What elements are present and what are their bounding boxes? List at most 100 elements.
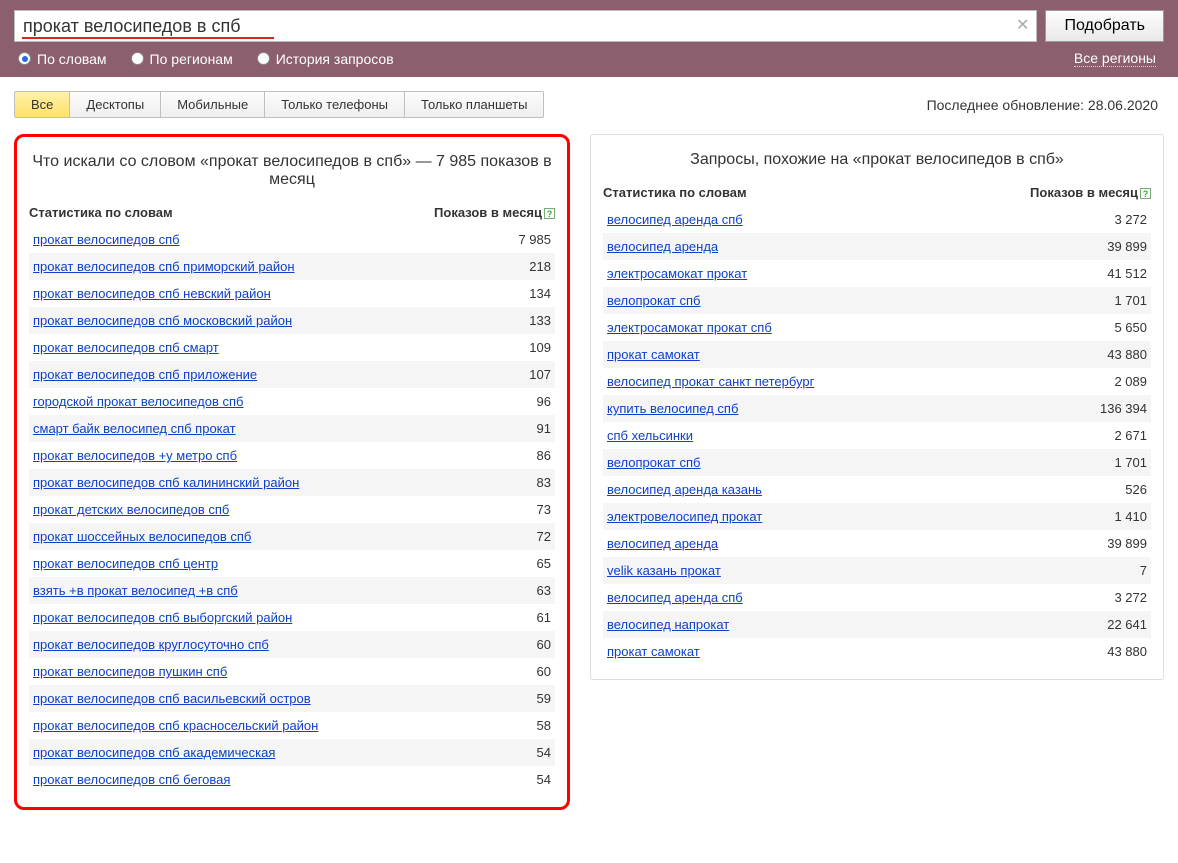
- query-link[interactable]: прокат велосипедов +у метро спб: [33, 448, 237, 463]
- table-row: велосипед аренда спб3 272: [603, 206, 1151, 233]
- query-link[interactable]: велосипед аренда спб: [607, 212, 743, 227]
- table-row: велосипед аренда 39 899: [603, 530, 1151, 557]
- table-row: прокат велосипедов спб выборгский район 6…: [29, 604, 555, 631]
- query-count: 59: [537, 691, 551, 706]
- all-regions-link[interactable]: Все регионы: [1074, 50, 1156, 67]
- query-link[interactable]: прокат велосипедов спб центр: [33, 556, 218, 571]
- query-link[interactable]: велосипед аренда спб: [607, 590, 743, 605]
- query-link[interactable]: прокат детских велосипедов спб: [33, 502, 229, 517]
- query-count: 134: [529, 286, 551, 301]
- query-count: 72: [537, 529, 551, 544]
- table-row: электросамокат прокат спб 5 650: [603, 314, 1151, 341]
- query-link[interactable]: велопрокат спб: [607, 455, 701, 470]
- query-count: 54: [537, 745, 551, 760]
- table-row: прокат велосипедов спб невский район 134: [29, 280, 555, 307]
- query-link[interactable]: прокат велосипедов спб невский район: [33, 286, 271, 301]
- query-link[interactable]: прокат велосипедов спб выборгский район: [33, 610, 292, 625]
- query-link[interactable]: велосипед аренда: [607, 536, 718, 551]
- query-count: 22 641: [1107, 617, 1147, 632]
- query-link[interactable]: купить велосипед спб: [607, 401, 738, 416]
- radio-icon: [257, 52, 270, 65]
- query-link[interactable]: прокат велосипедов спб смарт: [33, 340, 219, 355]
- table-row: прокат детских велосипедов спб73: [29, 496, 555, 523]
- query-count: 2 671: [1114, 428, 1147, 443]
- query-link[interactable]: электросамокат прокат спб: [607, 320, 772, 335]
- query-link[interactable]: велопрокат спб: [607, 293, 701, 308]
- radio-label: По словам: [37, 51, 107, 67]
- query-link[interactable]: велосипед прокат санкт петербург: [607, 374, 814, 389]
- table-row: городской прокат велосипедов спб 96: [29, 388, 555, 415]
- table-row: прокат велосипедов спб центр 65: [29, 550, 555, 577]
- help-icon[interactable]: ?: [544, 208, 555, 219]
- query-link[interactable]: электровелосипед прокат: [607, 509, 762, 524]
- table-row: прокат самокат43 880: [603, 638, 1151, 665]
- right-panel-title: Запросы, похожие на «прокат велосипедов …: [603, 145, 1151, 181]
- tab-2[interactable]: Мобильные: [161, 92, 265, 117]
- col-query-header: Статистика по словам: [29, 205, 173, 220]
- query-link[interactable]: прокат велосипедов спб приморский район: [33, 259, 295, 274]
- query-link[interactable]: взять +в прокат велосипед +в спб: [33, 583, 238, 598]
- query-link[interactable]: прокат велосипедов спб московский район: [33, 313, 292, 328]
- query-link[interactable]: велосипед аренда казань: [607, 482, 762, 497]
- query-link[interactable]: велосипед аренда: [607, 239, 718, 254]
- query-link[interactable]: прокат велосипедов спб беговая: [33, 772, 230, 787]
- radio-history[interactable]: История запросов: [257, 51, 394, 67]
- query-count: 39 899: [1107, 536, 1147, 551]
- table-row: прокат велосипедов круглосуточно спб60: [29, 631, 555, 658]
- radio-by-regions[interactable]: По регионам: [131, 51, 233, 67]
- query-link[interactable]: спб хельсинки: [607, 428, 693, 443]
- table-row: прокат велосипедов спб васильевский остр…: [29, 685, 555, 712]
- query-count: 96: [537, 394, 551, 409]
- radio-by-words[interactable]: По словам: [18, 51, 107, 67]
- tab-0[interactable]: Все: [15, 92, 70, 117]
- tab-3[interactable]: Только телефоны: [265, 92, 405, 117]
- table-row: прокат велосипедов спб красносельский ра…: [29, 712, 555, 739]
- query-link[interactable]: прокат велосипедов спб красносельский ра…: [33, 718, 318, 733]
- query-count: 526: [1125, 482, 1147, 497]
- left-panel-title: Что искали со словом «прокат велосипедов…: [29, 147, 555, 201]
- query-link[interactable]: прокат самокат: [607, 644, 700, 659]
- query-count: 109: [529, 340, 551, 355]
- col-count-header: Показов в месяц?: [1030, 185, 1151, 200]
- search-input[interactable]: [14, 10, 1037, 42]
- query-count: 5 650: [1114, 320, 1147, 335]
- query-count: 133: [529, 313, 551, 328]
- query-count: 65: [537, 556, 551, 571]
- query-link[interactable]: велосипед напрокат: [607, 617, 729, 632]
- query-count: 1 410: [1114, 509, 1147, 524]
- left-panel: Что искали со словом «прокат велосипедов…: [14, 134, 570, 810]
- query-link[interactable]: прокат велосипедов спб: [33, 232, 180, 247]
- query-count: 41 512: [1107, 266, 1147, 281]
- query-link[interactable]: velik казань прокат: [607, 563, 721, 578]
- table-row: велосипед аренда спб3 272: [603, 584, 1151, 611]
- query-link[interactable]: смарт байк велосипед спб прокат: [33, 421, 236, 436]
- query-link[interactable]: городской прокат велосипедов спб: [33, 394, 243, 409]
- table-row: прокат велосипедов спб академическая 54: [29, 739, 555, 766]
- search-button[interactable]: Подобрать: [1045, 10, 1164, 42]
- table-row: прокат велосипедов спб приморский район2…: [29, 253, 555, 280]
- radio-label: По регионам: [150, 51, 233, 67]
- query-link[interactable]: электросамокат прокат: [607, 266, 747, 281]
- table-row: велопрокат спб1 701: [603, 287, 1151, 314]
- table-row: велосипед напрокат 22 641: [603, 611, 1151, 638]
- clear-icon[interactable]: ✕: [1016, 18, 1029, 34]
- table-row: velik казань прокат7: [603, 557, 1151, 584]
- query-link[interactable]: прокат шоссейных велосипедов спб: [33, 529, 251, 544]
- table-row: прокат велосипедов спб смарт 109: [29, 334, 555, 361]
- query-count: 1 701: [1114, 455, 1147, 470]
- tab-1[interactable]: Десктопы: [70, 92, 161, 117]
- table-row: электросамокат прокат 41 512: [603, 260, 1151, 287]
- query-count: 61: [537, 610, 551, 625]
- help-icon[interactable]: ?: [1140, 188, 1151, 199]
- query-count: 54: [537, 772, 551, 787]
- query-link[interactable]: прокат велосипедов спб приложение: [33, 367, 257, 382]
- query-link[interactable]: прокат велосипедов спб калининский район: [33, 475, 299, 490]
- query-link[interactable]: прокат велосипедов круглосуточно спб: [33, 637, 269, 652]
- query-link[interactable]: прокат самокат: [607, 347, 700, 362]
- tab-4[interactable]: Только планшеты: [405, 92, 543, 117]
- query-link[interactable]: прокат велосипедов спб академическая: [33, 745, 275, 760]
- table-row: прокат велосипедов пушкин спб60: [29, 658, 555, 685]
- query-link[interactable]: прокат велосипедов пушкин спб: [33, 664, 227, 679]
- col-count-header: Показов в месяц?: [434, 205, 555, 220]
- query-link[interactable]: прокат велосипедов спб васильевский остр…: [33, 691, 311, 706]
